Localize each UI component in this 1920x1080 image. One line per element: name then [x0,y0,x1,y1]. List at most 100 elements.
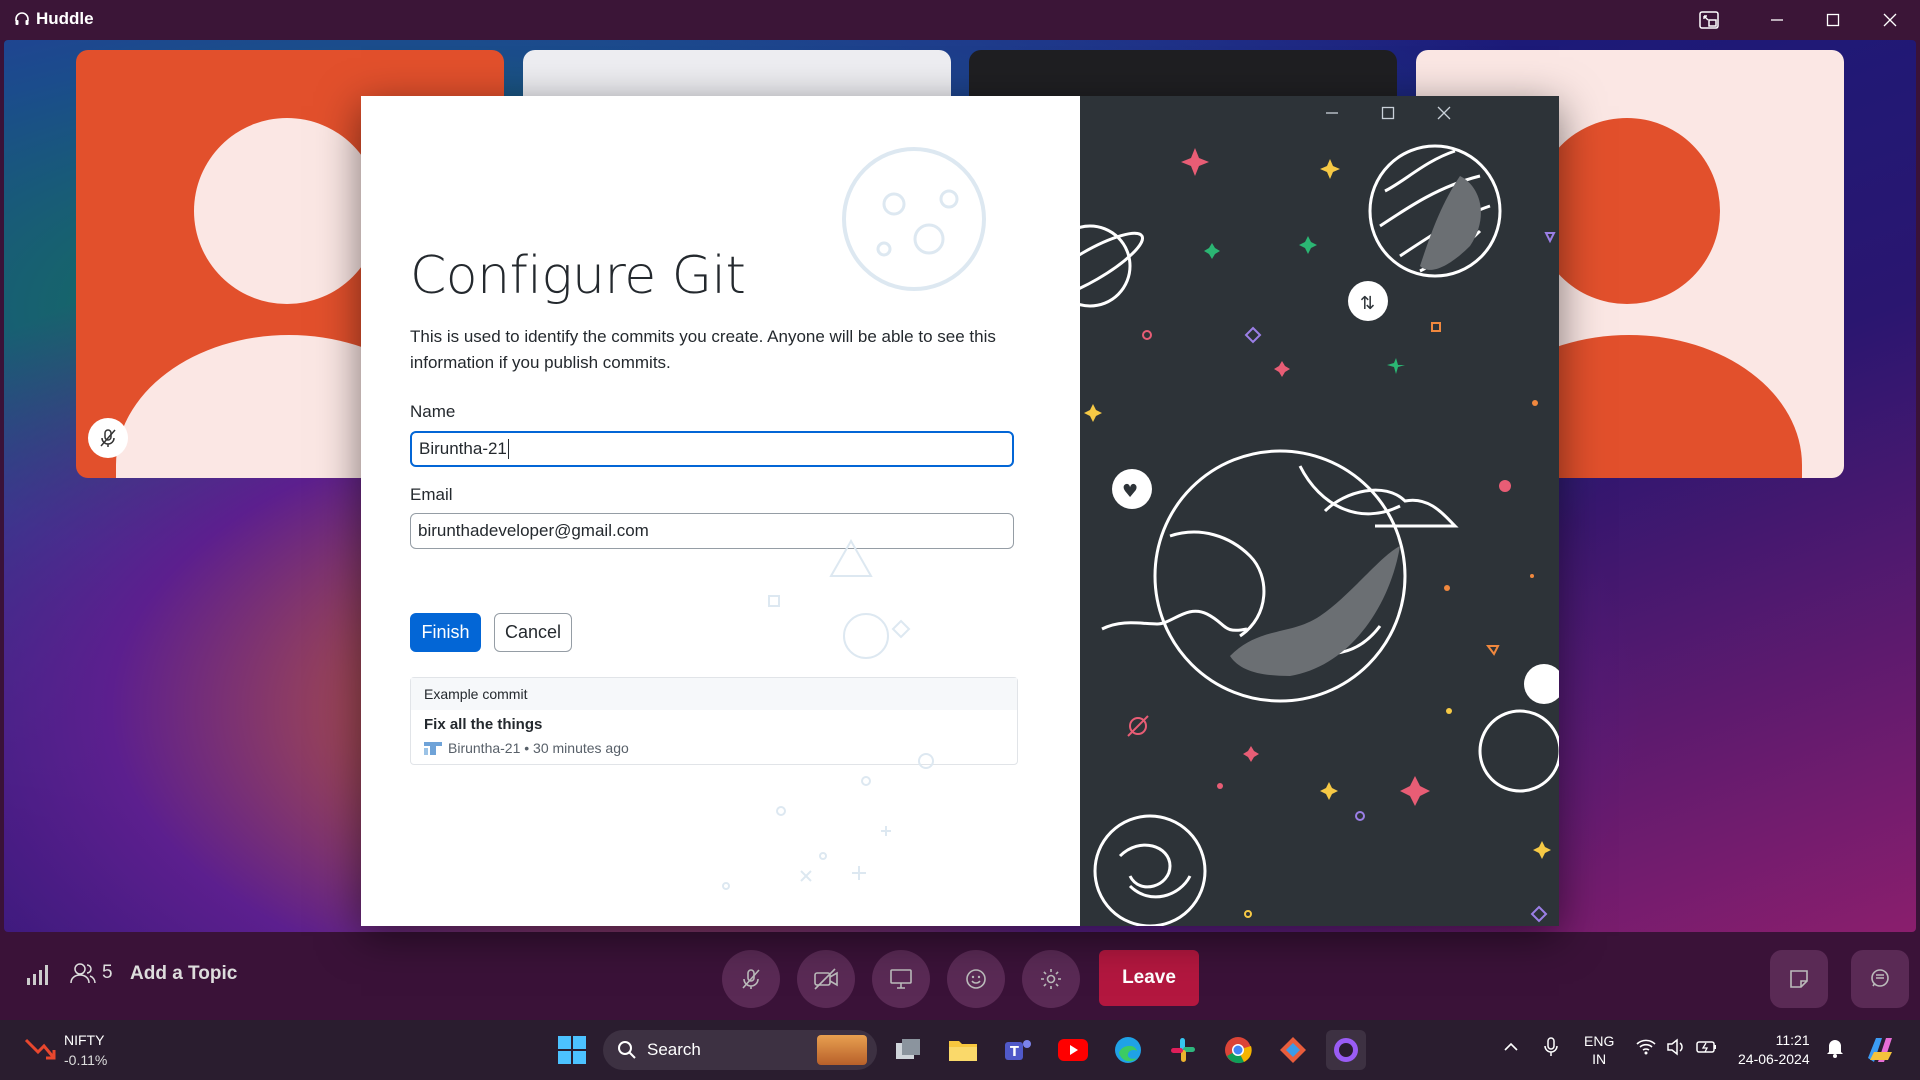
dialog-form-panel: Configure Git This is used to identify t… [361,96,1080,926]
participants-button[interactable]: 5 [70,962,113,984]
gear-icon [1041,969,1061,989]
close-icon [1883,13,1897,27]
copilot-icon [1868,1038,1892,1062]
diamond-app-icon [1280,1037,1306,1063]
stock-change: -0.11% [64,1052,108,1068]
name-input-value: Biruntha-21 [419,439,507,458]
cancel-button[interactable]: Cancel [494,613,572,652]
file-explorer-button[interactable] [943,1030,983,1070]
chat-icon [1871,969,1889,987]
chrome-button[interactable] [1218,1030,1258,1070]
system-tray-status[interactable] [1636,1038,1718,1056]
stock-name: NIFTY [64,1032,105,1048]
sticky-note-icon [1790,970,1808,988]
name-input[interactable]: Biruntha-21 [410,431,1014,467]
close-button[interactable] [1862,0,1918,40]
clock-date: 24-06-2024 [1738,1051,1810,1067]
task-view-icon [896,1039,920,1059]
github-desktop-button[interactable] [1326,1030,1366,1070]
folder-icon [949,1041,977,1061]
github-icon [1334,1038,1358,1062]
minimize-button[interactable] [1749,0,1805,40]
bell-icon [1827,1040,1843,1058]
taskbar-search[interactable]: Search [603,1030,877,1070]
avatar-head [194,118,380,304]
slack-button[interactable] [1163,1030,1203,1070]
leave-button[interactable]: Leave [1099,950,1199,1006]
slack-icon [1171,1038,1195,1062]
finish-button[interactable]: Finish [410,613,481,652]
participants-count: 5 [102,962,113,983]
huddle-titlebar: Huddle [0,0,1920,40]
reactions-button[interactable] [947,950,1005,1008]
maximize-button[interactable] [1805,0,1861,40]
add-topic-button[interactable]: Add a Topic [130,963,237,985]
email-label: Email [410,485,453,504]
minimize-icon [1771,19,1783,21]
windows-taskbar: NIFTY -0.11% Search T ENG IN 11:21 24-06… [0,1020,1920,1080]
notifications-button[interactable] [1826,1038,1844,1063]
teams-button[interactable]: T [998,1030,1038,1070]
mic-off-icon [100,429,116,447]
youtube-button[interactable] [1053,1030,1093,1070]
space-doodles-icon [722,538,934,890]
svg-text:♥: ♥ [1122,481,1138,502]
language-code: ENG [1584,1033,1615,1049]
space-illustration-icon: ⇅ ♥ [1080,144,1559,926]
huddle-control-bar: 5 Add a Topic Leave [0,932,1920,1020]
chevron-up-icon [1504,1042,1518,1051]
svg-text:⇅: ⇅ [1360,293,1375,314]
svg-text:T: T [1010,1045,1019,1060]
start-button[interactable] [552,1030,592,1070]
teams-icon: T [1005,1040,1031,1060]
chat-button[interactable] [1851,950,1909,1008]
pip-icon [1699,11,1719,29]
battery-icon [1696,1041,1716,1053]
configure-git-dialog: Configure Git This is used to identify t… [361,96,1559,926]
region-code: IN [1592,1051,1607,1067]
moon-illustration-icon [842,147,986,291]
email-input-value: birunthadeveloper@gmail.com [418,521,649,540]
microphone-toggle-button[interactable] [722,950,780,1008]
dialog-illustration-panel: ⇅ ♥ [1080,96,1559,926]
show-hidden-icons-button[interactable] [1502,1038,1520,1061]
people-icon [70,963,96,984]
picture-in-picture-button[interactable] [1681,0,1737,40]
signal-strength-icon [26,964,50,991]
example-commit-author-time: Biruntha-21 • 30 minutes ago [448,740,629,756]
chrome-icon [1225,1037,1252,1064]
search-label: Search [647,1040,701,1059]
clock[interactable]: 11:21 24-06-2024 [1738,1031,1810,1069]
windows-logo-icon [558,1036,586,1064]
task-view-button[interactable] [888,1030,928,1070]
edge-icon [1115,1037,1141,1063]
dialog-title: Configure Git [410,246,746,306]
screen-share-button[interactable] [872,950,930,1008]
huddle-title-text: Huddle [36,9,94,28]
muted-indicator [88,418,128,458]
dialog-description: This is used to identify the commits you… [410,327,996,372]
edge-button[interactable] [1108,1030,1148,1070]
mic-off-icon [742,969,760,989]
settings-button[interactable] [1022,950,1080,1008]
sticker-button[interactable] [1770,950,1828,1008]
stock-widget-icon[interactable] [24,1034,56,1071]
maximize-icon [1826,13,1840,27]
avatar-head [1534,118,1720,304]
youtube-icon [1058,1039,1088,1061]
copilot-button[interactable] [1864,1034,1896,1071]
example-commit-meta: Biruntha-21 • 30 minutes ago [424,740,629,756]
git-tool-button[interactable] [1273,1030,1313,1070]
camera-toggle-button[interactable] [797,950,855,1008]
monitor-icon [890,969,912,989]
headphones-icon [15,12,29,25]
huddle-title: Huddle [14,9,94,29]
camera-off-icon [814,968,838,990]
example-commit-message: Fix all the things [424,716,543,733]
clock-time: 11:21 [1775,1032,1810,1048]
name-label: Name [410,402,456,421]
language-indicator[interactable]: ENG IN [1584,1032,1614,1068]
microphone-tray-icon[interactable] [1543,1036,1559,1063]
search-highlight-icon [817,1035,867,1065]
search-icon [618,1041,636,1059]
